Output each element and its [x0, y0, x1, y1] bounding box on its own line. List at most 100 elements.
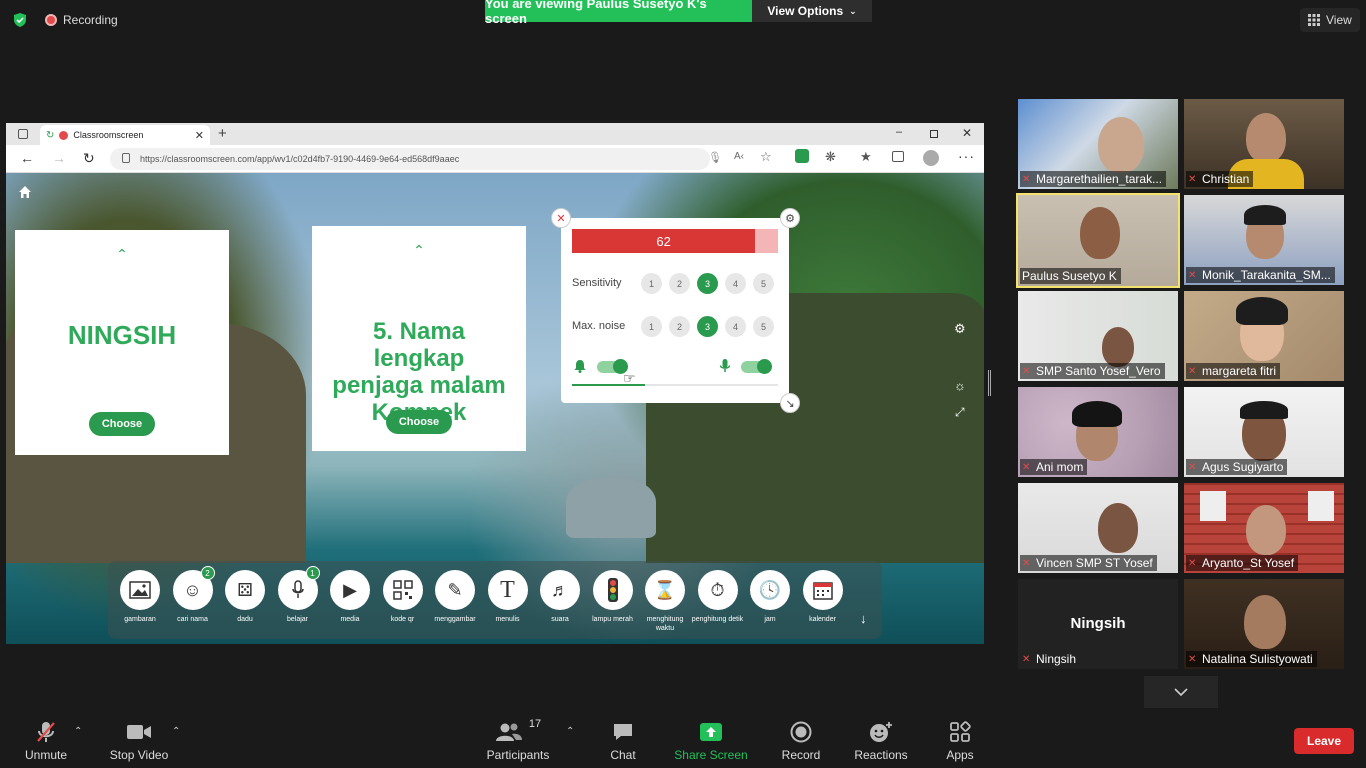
- participants-button[interactable]: 17 Participants: [484, 718, 552, 762]
- tool-dadu[interactable]: ⚄ dadu: [219, 570, 271, 633]
- tool-kode-qr[interactable]: kode qr: [377, 570, 429, 633]
- reactions-label: Reactions: [854, 748, 908, 762]
- chevron-down-icon: ⌄: [849, 5, 857, 16]
- back-icon[interactable]: ←: [20, 150, 34, 166]
- gallery-next-page-button[interactable]: [1144, 676, 1218, 708]
- sound-icon: ♬: [540, 570, 580, 610]
- background-settings-icon[interactable]: ⚙: [954, 321, 966, 337]
- view-options-button[interactable]: View Options ⌄: [752, 0, 872, 22]
- extension-icon[interactable]: [795, 149, 809, 163]
- stop-video-button[interactable]: Stop Video: [106, 720, 172, 762]
- tool-media[interactable]: ▶ media: [324, 570, 376, 633]
- choose-button[interactable]: Choose: [88, 412, 156, 436]
- max-noise-option-2[interactable]: 2: [669, 316, 690, 337]
- record-button[interactable]: Record: [778, 720, 824, 762]
- caret-up-icon[interactable]: ⌃: [15, 246, 229, 263]
- sensitivity-label: Sensitivity: [572, 277, 622, 289]
- video-options-caret[interactable]: ⌃: [172, 726, 180, 737]
- restore-window-icon[interactable]: [930, 130, 938, 138]
- mic-muted-icon: ✕: [1022, 365, 1031, 377]
- panel-resize-handle[interactable]: [988, 370, 991, 396]
- tool-belajar[interactable]: 1 belajar: [272, 566, 324, 633]
- sensitivity-option-4[interactable]: 4: [725, 273, 746, 294]
- favorites-bar-icon[interactable]: ★: [860, 149, 872, 165]
- participant-video-tile[interactable]: ✕ Monik_Tarakanita_SM...: [1184, 195, 1344, 285]
- tool-jam[interactable]: 🕓 jam: [744, 570, 796, 633]
- sensitivity-option-5[interactable]: 5: [753, 273, 774, 294]
- microphone-permission-icon[interactable]: 🎙: [708, 151, 722, 164]
- participant-video-tile[interactable]: ✕ Vincen SMP ST Yosef: [1018, 483, 1178, 573]
- share-screen-button[interactable]: Share Screen: [674, 720, 748, 762]
- url-field[interactable]: https://classroomscreen.com/app/wv1/c02d…: [110, 148, 710, 170]
- max-noise-option-4[interactable]: 4: [725, 316, 746, 337]
- unmute-button[interactable]: Unmute: [18, 720, 74, 762]
- participant-name: Christian: [1202, 172, 1250, 186]
- sensitivity-option-1[interactable]: 1: [641, 273, 662, 294]
- tool-gambaran[interactable]: gambaran: [114, 570, 166, 633]
- tool-menghitung-waktu[interactable]: ⌛ menghitung waktu: [639, 570, 691, 633]
- tool-cari-nama[interactable]: ☺ 2 cari nama: [167, 566, 219, 633]
- profile-avatar[interactable]: [923, 150, 939, 166]
- recording-indicator[interactable]: Recording: [45, 13, 118, 27]
- participant-video-tile[interactable]: ✕ Ani mom: [1018, 387, 1178, 477]
- close-widget-button[interactable]: ✕: [551, 208, 571, 228]
- participant-video-tile[interactable]: ✕ margareta fitri: [1184, 291, 1344, 381]
- participants-options-caret[interactable]: ⌃: [566, 726, 574, 737]
- name-picker-card: ⌃ NINGSIH Choose: [15, 230, 229, 455]
- shared-screen-browser[interactable]: ↻ Classroomscreen ✕ + – ✕ ← → ↻ https://…: [6, 123, 984, 644]
- close-tab-icon[interactable]: ✕: [195, 129, 204, 142]
- sensitivity-option-3[interactable]: 3: [697, 273, 718, 294]
- apps-button[interactable]: Apps: [942, 720, 978, 762]
- leave-meeting-button[interactable]: Leave: [1294, 728, 1354, 754]
- tab-actions-icon[interactable]: [18, 129, 28, 139]
- max-noise-option-1[interactable]: 1: [641, 316, 662, 337]
- forward-icon[interactable]: →: [52, 150, 66, 166]
- view-button[interactable]: View: [1300, 8, 1360, 32]
- home-icon[interactable]: [18, 185, 32, 204]
- reload-icon[interactable]: ↻: [83, 150, 95, 167]
- resize-widget-icon[interactable]: ↘: [780, 393, 800, 413]
- reactions-button[interactable]: Reactions: [852, 720, 910, 762]
- participant-video-tile-active[interactable]: Paulus Susetyo K: [1016, 193, 1180, 288]
- participant-tile-video-off[interactable]: Ningsih ✕ Ningsih: [1018, 579, 1178, 669]
- tool-lampu-merah[interactable]: lampu merah: [587, 570, 639, 633]
- read-aloud-icon[interactable]: A‹: [734, 151, 744, 162]
- max-noise-option-5[interactable]: 5: [753, 316, 774, 337]
- favorite-icon[interactable]: ☆: [760, 149, 772, 165]
- max-noise-option-3[interactable]: 3: [697, 316, 718, 337]
- participant-video-tile[interactable]: ✕ Agus Sugiyarto: [1184, 387, 1344, 477]
- browser-tab-classroomscreen[interactable]: ↻ Classroomscreen ✕: [40, 125, 210, 145]
- tool-kalender[interactable]: kalender: [797, 570, 849, 633]
- extensions-puzzle-icon[interactable]: ❋: [825, 149, 836, 165]
- caret-up-icon[interactable]: ⌃: [312, 242, 526, 259]
- fullscreen-icon[interactable]: ⤢: [955, 405, 965, 420]
- stop-video-label: Stop Video: [109, 748, 169, 762]
- brightness-icon[interactable]: ☼: [954, 378, 966, 393]
- tool-menulis[interactable]: T menulis: [482, 570, 534, 633]
- security-shield-icon[interactable]: [12, 12, 28, 28]
- tool-menggambar[interactable]: ✎ menggambar: [429, 570, 481, 633]
- minimize-window-icon[interactable]: –: [896, 126, 902, 138]
- sensitivity-option-2[interactable]: 2: [669, 273, 690, 294]
- participant-video-tile[interactable]: ✕ Christian: [1184, 99, 1344, 189]
- collections-icon[interactable]: [892, 151, 904, 162]
- chat-button[interactable]: Chat: [602, 720, 644, 762]
- audio-options-caret[interactable]: ⌃: [74, 726, 82, 737]
- tool-penghitung-detik[interactable]: ⏱ penghitung detik: [692, 570, 744, 633]
- microphone-toggle[interactable]: [741, 359, 772, 374]
- participant-video-tile[interactable]: ✕ SMP Santo Yosef_Vero: [1018, 291, 1178, 381]
- participant-video-tile[interactable]: ✕ Aryanto_St Yosef: [1184, 483, 1344, 573]
- close-window-icon[interactable]: ✕: [962, 126, 972, 140]
- participant-video-tile[interactable]: ✕ Natalina Sulistyowati: [1184, 579, 1344, 669]
- tool-label: dadu: [237, 616, 253, 623]
- more-menu-icon[interactable]: ···: [958, 148, 975, 164]
- widget-settings-icon[interactable]: ⚙: [780, 208, 800, 228]
- new-tab-icon[interactable]: +: [218, 125, 227, 142]
- participant-video-tile[interactable]: ✕ Margarethailien_tarak...: [1018, 99, 1178, 189]
- participant-name: Margarethailien_tarak...: [1036, 172, 1163, 186]
- choose-button[interactable]: Choose: [385, 410, 453, 434]
- mic-muted-icon: ✕: [1022, 653, 1031, 665]
- collapse-toolbar-icon[interactable]: ↓: [860, 611, 867, 626]
- tool-label: media: [340, 616, 360, 623]
- tool-suara[interactable]: ♬ suara: [534, 570, 586, 633]
